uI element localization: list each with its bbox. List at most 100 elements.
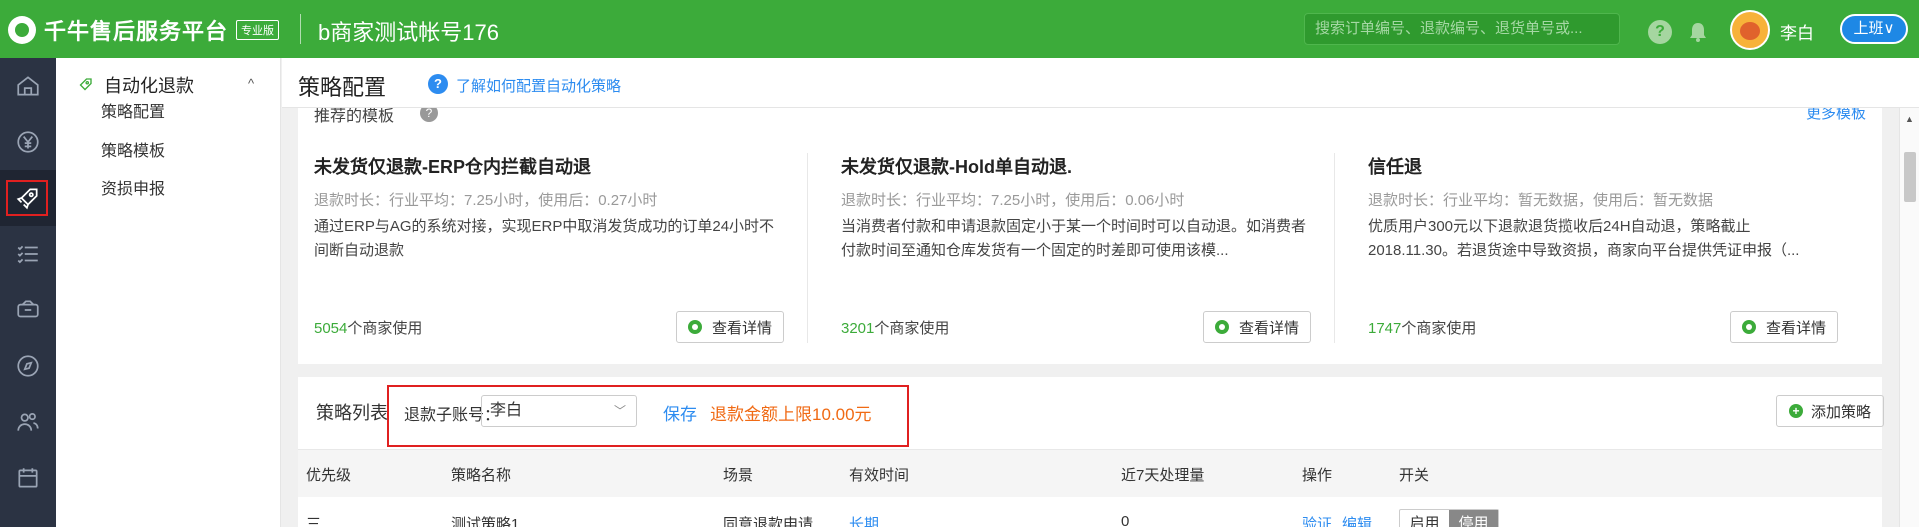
refund-limit-text: 退款金额上限10.00元 — [710, 405, 872, 424]
view-details-button[interactable]: 查看详情 — [1203, 311, 1311, 343]
sidebar-section-auto-refund[interactable]: 自动化退款 — [76, 72, 194, 98]
sidebar-item-strategy-config[interactable]: 策略配置 — [101, 98, 165, 122]
rocket-small-icon — [79, 78, 92, 91]
sidebar-item-loss-report[interactable]: 资损申报 — [101, 175, 165, 199]
user-avatar[interactable] — [1730, 10, 1770, 50]
template-card: 未发货仅退款-ERP仓内拦截自动退 退款时长：行业平均：7.25小时，使用后：0… — [298, 153, 808, 353]
header-divider — [300, 14, 301, 44]
row-scene: 同意退款申请 — [723, 516, 814, 527]
usage-suffix: 个商家使用 — [347, 320, 423, 337]
add-strategy-label: 添加策略 — [1810, 403, 1871, 421]
edition-badge: 专业版 — [236, 20, 280, 40]
rocket-icon[interactable] — [0, 170, 56, 226]
card-divider — [1334, 153, 1335, 343]
recommended-templates: 推荐的模板 ? 更多模板 未发货仅退款-ERP仓内拦截自动退 退款时长：行业平均… — [298, 108, 1882, 364]
toggle-enable[interactable]: 启用 — [1400, 510, 1449, 527]
scroll-up-icon[interactable]: ▲ — [1905, 114, 1914, 124]
table-row: 三 测试策略1 同意退款申请 长期 0 验证 编辑 启用 停用 — [298, 497, 1882, 527]
card-title: 未发货仅退款-Hold单自动退. — [841, 157, 1072, 177]
vertical-scrollbar[interactable]: ▲ — [1899, 108, 1919, 527]
usage-count: 5054 — [314, 320, 348, 337]
card-usage: 1747个商家使用 — [1368, 317, 1476, 338]
toggle-disable[interactable]: 停用 — [1449, 510, 1498, 527]
usage-count: 1747 — [1368, 320, 1402, 337]
refund-account-select[interactable]: 李白 ﹀ — [481, 395, 637, 427]
account-name: b商家测试帐号176 — [318, 20, 499, 45]
sidebar-section-label: 自动化退款 — [104, 76, 194, 96]
view-details-label: 查看详情 — [1238, 319, 1299, 337]
chevron-up-icon[interactable]: ^ — [248, 76, 254, 91]
help-icon[interactable]: ? — [1648, 20, 1672, 44]
usage-count: 3201 — [841, 320, 875, 337]
more-templates-link[interactable]: 更多模板 — [1806, 108, 1866, 123]
column-name: 策略名称 — [451, 467, 512, 484]
calendar-icon[interactable] — [0, 450, 56, 506]
card-usage: 3201个商家使用 — [841, 317, 949, 338]
card-meta: 退款时长：行业平均：7.25小时，使用后：0.27小时 — [314, 192, 658, 209]
strategy-list: 策略列表 退款子账号： 李白 ﹀ 保存 退款金额上限10.00元 + 添加策略 优… — [298, 377, 1884, 527]
page-title: 策略配置 — [298, 75, 387, 100]
row-valid-time: 长期 — [849, 516, 880, 527]
strategy-list-title: 策略列表 — [316, 403, 388, 423]
section-help-icon[interactable]: ? — [420, 108, 438, 122]
refund-account-value: 李白 — [490, 402, 523, 419]
view-details-button[interactable]: 查看详情 — [1730, 311, 1838, 343]
card-description: 通过ERP与AG的系统对接，实现ERP中取消发货成功的订单24小时不间断自动退款 — [314, 218, 775, 259]
compass-icon[interactable] — [0, 338, 56, 394]
card-usage: 5054个商家使用 — [314, 317, 422, 338]
page-header: 策略配置 ? 了解如何配置自动化策略 — [282, 58, 1919, 108]
view-details-label: 查看详情 — [711, 319, 772, 337]
strategy-toggle[interactable]: 启用 停用 — [1399, 509, 1499, 527]
chevron-down-icon: ﹀ — [613, 404, 626, 418]
question-icon[interactable]: ? — [428, 74, 448, 94]
ticket-icon[interactable] — [0, 282, 56, 338]
card-meta: 退款时长：行业平均：暂无数据，使用后：暂无数据 — [1368, 192, 1714, 209]
app-logo[interactable]: 千牛售后服务平台 专业版 — [8, 14, 280, 46]
user-name[interactable]: 李白 — [1780, 19, 1814, 44]
home-icon[interactable] — [0, 58, 56, 114]
row-7day-count: 0 — [1121, 513, 1130, 527]
card-title: 信任退 — [1368, 157, 1422, 177]
card-title: 未发货仅退款-ERP仓内拦截自动退 — [314, 157, 592, 177]
scroll-thumb[interactable] — [1904, 152, 1916, 202]
eye-icon — [687, 320, 702, 334]
help-link[interactable]: 了解如何配置自动化策略 — [456, 75, 621, 96]
card-description: 当消费者付款和申请退款固定小于某一个时间时可以自动退。如消费者付款时间至通知仓库… — [841, 218, 1307, 259]
column-valid-time: 有效时间 — [849, 467, 910, 484]
card-divider — [807, 153, 808, 343]
column-priority: 优先级 — [306, 467, 352, 484]
secondary-sidebar: 自动化退款 ^ 策略配置 策略模板 资损申报 — [56, 58, 281, 527]
template-card: 信任退 退款时长：行业平均：暂无数据，使用后：暂无数据 优质用户300元以下退款… — [1352, 153, 1862, 353]
column-scene: 场景 — [723, 467, 754, 484]
save-link[interactable]: 保存 — [663, 400, 697, 425]
view-details-button[interactable]: 查看详情 — [676, 311, 784, 343]
column-action: 操作 — [1302, 467, 1333, 484]
work-status-button[interactable]: 上班∨ — [1840, 14, 1908, 44]
row-name: 测试策略1 — [451, 516, 520, 527]
checklist-icon[interactable] — [0, 226, 56, 282]
view-details-label: 查看详情 — [1765, 319, 1826, 337]
row-priority: 三 — [306, 516, 322, 527]
active-highlight-box — [6, 180, 48, 216]
table-header: 优先级 策略名称 场景 有效时间 近7天处理量 操作 开关 — [298, 449, 1882, 497]
template-card: 未发货仅退款-Hold单自动退. 退款时长：行业平均：7.25小时，使用后：0.… — [825, 153, 1335, 353]
app-title: 千牛售后服务平台 — [44, 19, 229, 44]
yen-icon[interactable] — [0, 114, 56, 170]
eye-icon — [1741, 320, 1756, 334]
search-input[interactable]: 搜索订单编号、退款编号、退货单号或... — [1304, 13, 1620, 45]
qianniu-logo-icon — [8, 16, 36, 44]
card-description: 优质用户300元以下退款退货揽收后24H自动退，策略截止2018.11.30。若… — [1368, 218, 1800, 259]
card-meta: 退款时长：行业平均：7.25小时，使用后：0.06小时 — [841, 192, 1185, 209]
plus-icon: + — [1788, 404, 1803, 418]
validate-link[interactable]: 验证 — [1302, 513, 1332, 527]
add-strategy-button[interactable]: + 添加策略 — [1776, 395, 1884, 427]
top-bar: 千牛售后服务平台 专业版 b商家测试帐号176 搜索订单编号、退款编号、退货单号… — [0, 0, 1919, 58]
sidebar-item-strategy-templates[interactable]: 策略模板 — [101, 137, 165, 161]
edit-link[interactable]: 编辑 — [1342, 513, 1372, 527]
users-icon[interactable] — [0, 394, 56, 450]
bell-icon[interactable] — [1686, 20, 1710, 44]
column-switch: 开关 — [1399, 467, 1430, 484]
eye-icon — [1214, 320, 1229, 334]
column-7day-count: 近7天处理量 — [1121, 467, 1205, 484]
icon-rail — [0, 58, 56, 527]
